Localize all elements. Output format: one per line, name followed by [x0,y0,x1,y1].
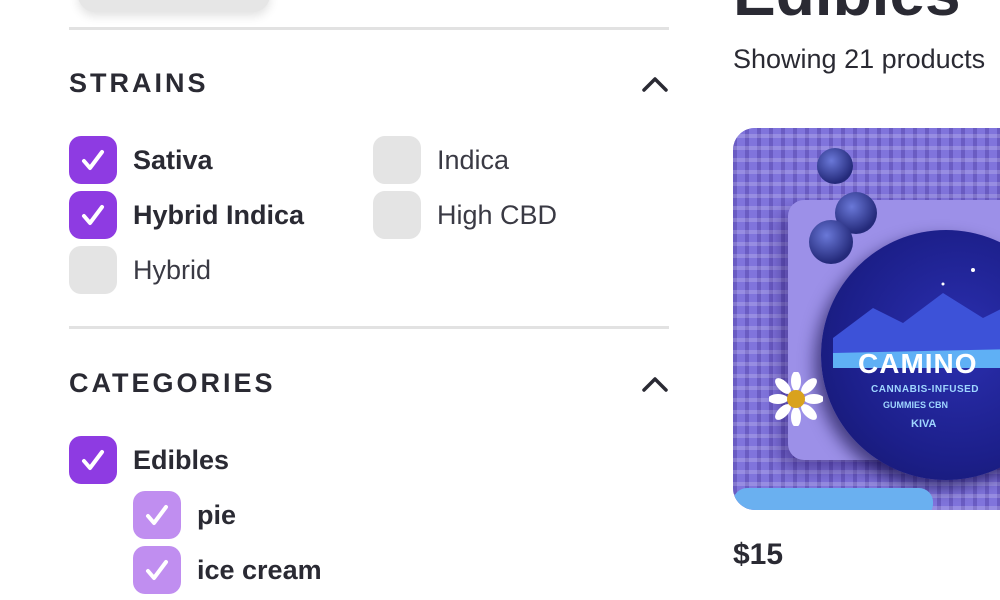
strains-section-title: STRAINS [69,68,209,98]
checkmark-icon [82,205,104,225]
blueberry-graphic [817,148,853,184]
checkmark-icon [82,450,104,470]
blueberry-graphic [809,220,853,264]
product-maker: KIVA [911,418,937,430]
chevron-up-icon[interactable] [640,74,670,94]
checkbox[interactable] [133,491,181,539]
divider [69,326,669,329]
daisy-flower-icon [769,372,823,426]
product-image-bar [733,488,933,510]
checkbox[interactable] [69,246,117,294]
checkmark-icon [82,150,104,170]
subcategory-checkbox-ice-cream[interactable]: ice cream [133,546,322,594]
chevron-up-icon[interactable] [640,374,670,394]
product-brand-subtitle: CANNABIS-INFUSED [871,384,979,395]
checkbox[interactable] [133,546,181,594]
checkbox-label: pie [197,499,237,530]
result-count: Showing 21 products [733,44,986,74]
checkbox-label: Hybrid Indica [133,199,305,230]
checkbox[interactable] [373,191,421,239]
checkbox[interactable] [69,136,117,184]
product-variant: GUMMIES CBN [883,400,948,410]
checkbox-label: Edibles [133,444,230,475]
strain-checkbox-sativa[interactable]: Sativa [69,136,213,184]
strain-checkbox-high-cbd[interactable]: High CBD [373,191,557,239]
divider [69,27,669,30]
checkmark-icon [146,505,168,525]
checkbox[interactable] [69,191,117,239]
category-checkbox-edibles[interactable]: Edibles [69,436,229,484]
strain-checkbox-indica[interactable]: Indica [373,136,509,184]
previous-filter-button[interactable] [78,0,270,12]
checkbox-label: High CBD [437,199,558,230]
checkbox-label: ice cream [197,554,322,585]
checkbox-label: Hybrid [133,254,212,285]
checkbox[interactable] [373,136,421,184]
page-title: Edibles [733,0,961,30]
checkbox-label: Sativa [133,144,213,175]
product-brand-name: CAMINO [858,348,978,379]
categories-section-title: CATEGORIES [69,368,276,398]
checkbox-label: Indica [437,144,510,175]
subcategory-checkbox-pie[interactable]: pie [133,491,236,539]
checkbox[interactable] [69,436,117,484]
strain-checkbox-hybrid-indica[interactable]: Hybrid Indica [69,191,304,239]
product-price: $15 [733,538,784,571]
strain-checkbox-hybrid[interactable]: Hybrid [69,246,211,294]
checkmark-icon [146,560,168,580]
product-card-image[interactable]: CAMINO CANNABIS-INFUSED KIVA GUMMIES CBN [733,128,1000,510]
